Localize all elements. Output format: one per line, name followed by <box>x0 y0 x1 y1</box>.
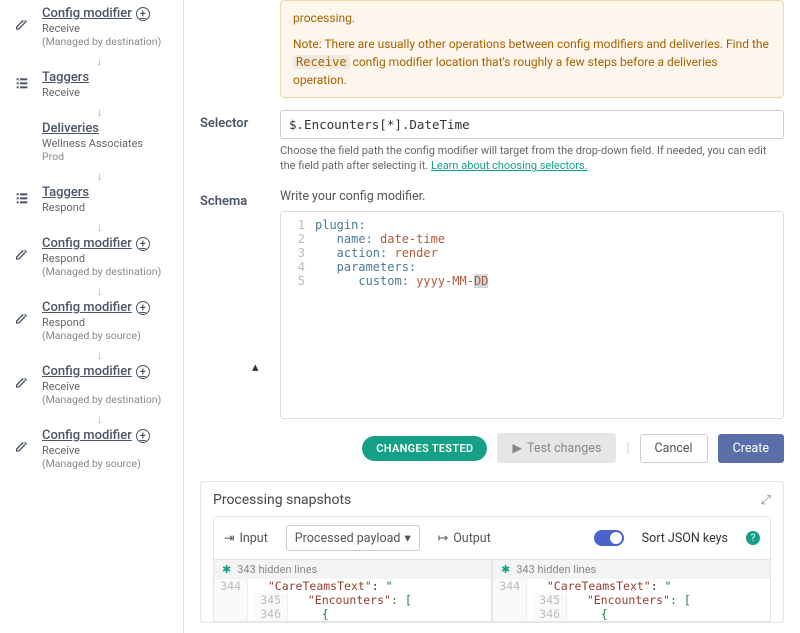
schema-label: Schema <box>200 188 280 420</box>
help-icon[interactable]: ? <box>746 531 760 545</box>
snapshots-toolbar: ⇥Input Processed payload▾ ↦Output Sort J… <box>213 516 771 560</box>
snapshots-title: Processing snapshots <box>213 492 351 508</box>
chevron-down-icon: ▾ <box>404 530 410 546</box>
cancel-button[interactable]: Cancel <box>640 434 708 463</box>
add-icon[interactable]: + <box>136 237 150 251</box>
json-line: 344 "CareTeamsText": "345 "Encounters": … <box>493 579 770 621</box>
list-icon <box>8 75 36 95</box>
json-line: 345 "Encounters": [ <box>254 593 412 607</box>
selector-hint: Choose the field path the config modifie… <box>280 143 784 174</box>
sidebar-item-sub: Wellness Associates <box>42 137 143 150</box>
sidebar-item-sub: Respond <box>42 316 150 329</box>
sidebar-item-sub2: (Managed by destination) <box>42 265 161 278</box>
sparkle-icon: ✱ <box>501 563 510 576</box>
flow-arrow-icon: ↓ <box>0 169 183 183</box>
sidebar-item-title[interactable]: Config modifier+ <box>42 300 150 315</box>
note-box: processing. Note: There are usually othe… <box>280 0 784 98</box>
code-line: 5 custom: yyyy-MM-DD <box>281 274 783 288</box>
note-text-trail: processing. <box>293 9 771 27</box>
sidebar-item-title[interactable]: Deliveries <box>42 121 143 136</box>
sidebar-item-sub: Receive <box>42 380 161 393</box>
json-line: 346 { <box>533 607 691 621</box>
divider: | <box>626 441 629 456</box>
snapshot-input-col: ✱343 hidden lines344 "CareTeamsText": "3… <box>213 560 492 622</box>
flow-arrow-icon: ↓ <box>0 54 183 68</box>
input-arrow-icon: ⇥ <box>224 530 234 546</box>
flow-arrow-icon: ↓ <box>0 348 183 362</box>
sidebar-item-sub2: (Managed by destination) <box>42 35 161 48</box>
tool-icon <box>8 439 36 459</box>
flow-arrow-icon: ↓ <box>0 220 183 234</box>
test-changes-button[interactable]: ▶ Test changes <box>497 433 616 463</box>
flow-arrow-icon: ↓ <box>0 105 183 119</box>
sidebar-item-title[interactable]: Config modifier+ <box>42 428 150 443</box>
code-line: 2 name: date-time <box>281 232 783 246</box>
main-panel: processing. Note: There are usually othe… <box>184 0 800 633</box>
json-line: 345 "Encounters": [ <box>533 593 691 607</box>
list-icon <box>8 190 36 210</box>
output-arrow-icon: ↦ <box>438 530 448 546</box>
sidebar-item[interactable]: DeliveriesWellness AssociatesProd <box>0 119 183 169</box>
add-icon[interactable]: + <box>136 429 150 443</box>
hidden-lines-banner[interactable]: ✱343 hidden lines <box>493 560 770 579</box>
sidebar-item[interactable]: Config modifier+Respond(Managed by sourc… <box>0 298 183 348</box>
sidebar-item-title[interactable]: Config modifier+ <box>42 6 161 21</box>
sparkle-icon: ✱ <box>222 563 231 576</box>
flow-arrow-icon: ↓ <box>0 284 183 298</box>
json-line: 344 "CareTeamsText": "345 "Encounters": … <box>214 579 491 621</box>
snapshot-output-col: ✱343 hidden lines344 "CareTeamsText": "3… <box>492 560 771 622</box>
sidebar-item-sub2: Prod <box>42 150 143 163</box>
sidebar-item-sub2: (Managed by destination) <box>42 393 161 406</box>
expand-icon[interactable]: ⤢ <box>761 493 771 508</box>
sidebar-item-sub: Receive <box>42 444 150 457</box>
sidebar-item-sub: Respond <box>42 201 89 214</box>
create-button[interactable]: Create <box>718 434 784 463</box>
sidebar-item-title[interactable]: Config modifier+ <box>42 364 161 379</box>
sidebar-item[interactable]: Config modifier+Receive(Managed by desti… <box>0 4 183 54</box>
changes-tested-badge: CHANGES TESTED <box>362 436 487 461</box>
sidebar-item-sub2: (Managed by source) <box>42 457 150 470</box>
sidebar-item-sub: Respond <box>42 252 161 265</box>
sidebar: Config modifier+Receive(Managed by desti… <box>0 0 184 633</box>
sidebar-item[interactable]: Config modifier+Receive(Managed by sourc… <box>0 426 183 476</box>
tool-icon <box>8 311 36 331</box>
input-label: ⇥Input <box>224 530 268 546</box>
note-text-2: Note: There are usually other operations… <box>293 35 771 89</box>
tool-icon <box>8 247 36 267</box>
snapshots-panel: Processing snapshots ⤢ ⇥Input Processed … <box>200 481 784 623</box>
sidebar-item-sub: Receive <box>42 22 161 35</box>
code-editor[interactable]: 1plugin:2 name: date-time3 action: rende… <box>280 211 784 419</box>
schema-hint: Write your config modifier. <box>280 188 784 206</box>
tool-icon <box>8 17 36 37</box>
code-line: 1plugin: <box>281 218 783 232</box>
add-icon[interactable]: + <box>136 365 150 379</box>
sidebar-item[interactable]: TaggersRespond <box>0 183 183 220</box>
output-label: ↦Output <box>438 530 491 546</box>
sidebar-item[interactable]: Config modifier+Receive(Managed by desti… <box>0 362 183 412</box>
sidebar-item-title[interactable]: Config modifier+ <box>42 236 161 251</box>
sidebar-item-title[interactable]: Taggers <box>42 185 89 200</box>
sort-label: Sort JSON keys <box>642 531 728 546</box>
flow-arrow-icon: ↓ <box>0 412 183 426</box>
add-icon[interactable]: + <box>136 7 150 21</box>
tool-icon <box>8 375 36 395</box>
sidebar-item-sub2: (Managed by source) <box>42 329 150 342</box>
selector-input[interactable] <box>280 110 784 139</box>
sidebar-item[interactable]: TaggersReceive <box>0 68 183 105</box>
sidebar-item-title[interactable]: Taggers <box>42 70 89 85</box>
code-line: 4 parameters: <box>281 260 783 274</box>
sort-toggle[interactable] <box>594 530 624 546</box>
hidden-lines-banner[interactable]: ✱343 hidden lines <box>214 560 491 579</box>
add-icon[interactable]: + <box>136 301 150 315</box>
code-line: 3 action: render <box>281 246 783 260</box>
play-icon: ▶ <box>512 440 522 456</box>
selector-label: Selector <box>200 110 280 174</box>
sidebar-item-sub: Receive <box>42 86 89 99</box>
payload-dropdown[interactable]: Processed payload▾ <box>286 525 420 551</box>
sidebar-item[interactable]: Config modifier+Respond(Managed by desti… <box>0 234 183 284</box>
json-line: 346 { <box>254 607 412 621</box>
selector-hint-link[interactable]: Learn about choosing selectors. <box>431 159 588 172</box>
